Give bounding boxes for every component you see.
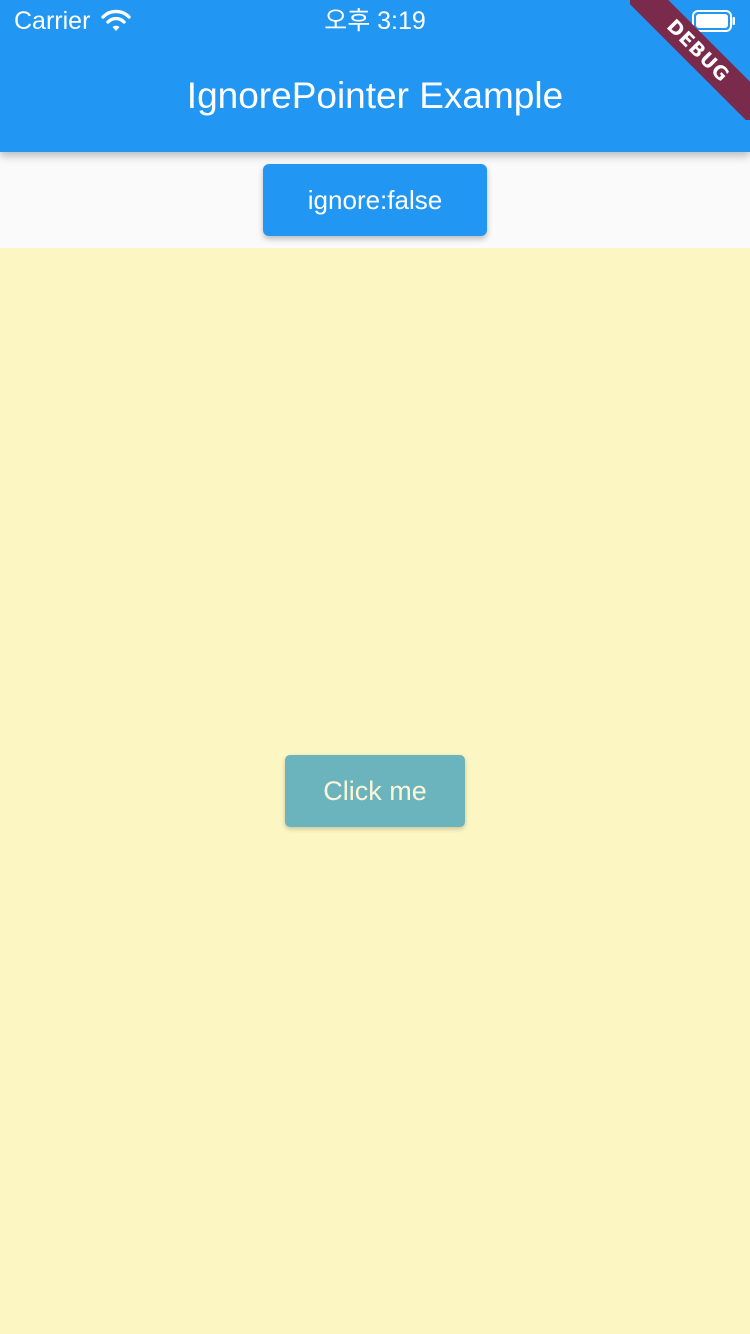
app-bar: Carrier 오후 3:19 IgnorePointer Example [0,0,750,152]
battery-icon [692,10,736,32]
status-bar: Carrier 오후 3:19 [0,0,750,40]
app-screen: Carrier 오후 3:19 IgnorePointer Example ig… [0,0,750,1334]
status-time: 오후 3:19 [324,7,426,35]
click-me-button[interactable]: Click me [285,755,465,827]
toolbar: ignore:false [0,152,750,248]
page-title: IgnorePointer Example [186,75,564,116]
ignore-toggle-button[interactable]: ignore:false [263,164,487,236]
